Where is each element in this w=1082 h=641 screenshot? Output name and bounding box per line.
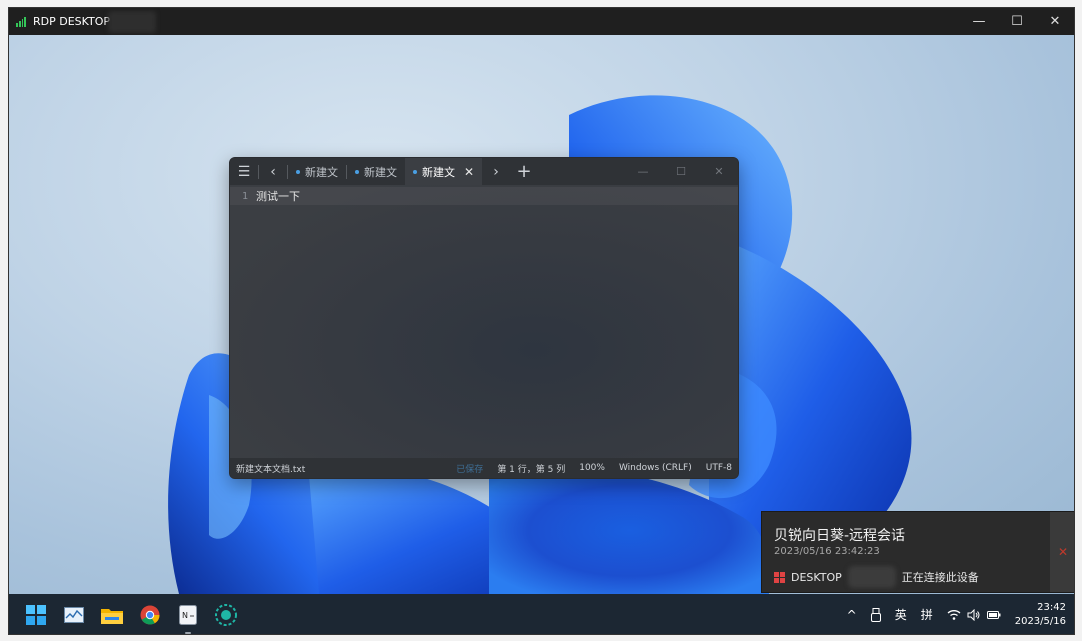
signal-icon [16,16,26,27]
notification-time: 2023/05/16 23:42:23 [774,546,880,557]
folder-icon [101,608,123,624]
sunlogin-button[interactable] [215,603,237,626]
dot-icon [413,169,417,174]
volume-icon[interactable] [967,608,981,621]
usb-icon[interactable] [870,607,881,622]
line-text: 测试一下 [256,190,300,203]
status-position: 第 1 行，第 5 列 [497,464,566,475]
minimize-icon[interactable]: — [624,158,662,185]
input-language-en[interactable]: 英 [895,606,907,623]
rdp-titlebar: RDP DESKTOP — ☐ ✕ [9,8,1074,35]
notification-close-button[interactable]: ✕ [1050,512,1074,592]
task-manager-icon [64,606,84,623]
status-zoom[interactable]: 100% [579,463,605,473]
taskbar: N ^ 英 拼 23:42 2023/5/16 [9,594,1074,634]
status-line-ending[interactable]: Windows (CRLF) [619,463,692,473]
dot-icon [355,169,359,174]
clock-time: 23:42 [1037,601,1066,613]
chrome-button[interactable] [139,604,161,626]
notepad-icon: N [179,604,197,625]
notification-toast[interactable]: 贝锐向日葵-远程会话 2023/05/16 23:42:23 DESKTOP 正… [761,511,1074,593]
tab-1[interactable]: 新建文 [288,158,346,185]
desktop[interactable]: ☰ ‹ 新建文 新建文 新建文 ✕ › + — ☐ ✕ 1 测试一下 新建文本文… [9,35,1074,594]
editor-area[interactable]: 1 测试一下 [230,185,738,460]
tab-3-active[interactable]: 新建文 ✕ [405,158,483,185]
status-saved: 已保存 [456,464,484,475]
tab-label: 新建文 [364,165,397,179]
editor-line: 1 测试一下 [230,187,738,205]
close-tab-icon[interactable]: ✕ [464,165,474,179]
new-tab-icon[interactable]: + [510,158,538,185]
system-tray: ^ 英 拼 23:42 2023/5/16 [847,601,1074,629]
notification-row: DESKTOP 正在连接此设备 [774,566,979,588]
battery-icon[interactable] [986,610,1001,620]
input-method-pinyin[interactable]: 拼 [921,606,933,623]
file-explorer-button[interactable] [101,604,123,626]
status-filename: 新建文本文档.txt [236,464,306,475]
clock-date: 2023/5/16 [1014,615,1066,627]
wifi-icon[interactable] [947,609,961,620]
rdp-title: RDP DESKTOP [33,15,111,28]
notification-device: DESKTOP [791,570,842,584]
taskmgr-button[interactable] [63,604,85,626]
notepad-taskbar-button[interactable]: N [177,604,199,634]
start-button[interactable] [25,604,47,626]
maximize-icon[interactable]: ☐ [662,158,700,185]
menu-icon[interactable]: ☰ [230,158,258,185]
show-hidden-icons[interactable]: ^ [847,608,857,622]
windows-icon [774,571,785,583]
minimize-button[interactable]: — [960,8,998,35]
clock[interactable]: 23:42 2023/5/16 [1015,601,1066,629]
sunlogin-icon [215,603,237,626]
rdp-window: RDP DESKTOP — ☐ ✕ ☰ ‹ 新建文 新建文 新建文 ✕ › + … [8,7,1075,635]
tab-2[interactable]: 新建文 [347,158,405,185]
chevron-left-icon[interactable]: ‹ [259,158,287,185]
tab-label: 新建文 [305,165,338,179]
maximize-button[interactable]: ☐ [998,8,1036,35]
windows-start-icon [26,604,46,625]
notepad-tabbar: ☰ ‹ 新建文 新建文 新建文 ✕ › + — ☐ ✕ [230,158,738,185]
tab-label: 新建文 [422,165,455,179]
line-number: 1 [241,190,248,202]
running-indicator [185,631,191,634]
notepad-window: ☰ ‹ 新建文 新建文 新建文 ✕ › + — ☐ ✕ 1 测试一下 新建文本文… [229,157,739,479]
dot-icon [296,169,300,174]
redacted-hostname [108,10,157,33]
notification-title: 贝锐向日葵-远程会话 [774,528,906,544]
svg-text:N: N [182,611,188,620]
status-bar: 新建文本文档.txt 已保存 第 1 行，第 5 列 100% Windows … [230,458,738,478]
status-encoding[interactable]: UTF-8 [706,463,732,473]
chevron-right-icon[interactable]: › [482,158,510,185]
redacted-hostname [847,566,896,588]
chrome-icon [140,605,160,624]
close-icon[interactable]: ✕ [700,158,738,185]
notification-message: 正在连接此设备 [901,571,979,584]
close-button[interactable]: ✕ [1036,8,1074,35]
